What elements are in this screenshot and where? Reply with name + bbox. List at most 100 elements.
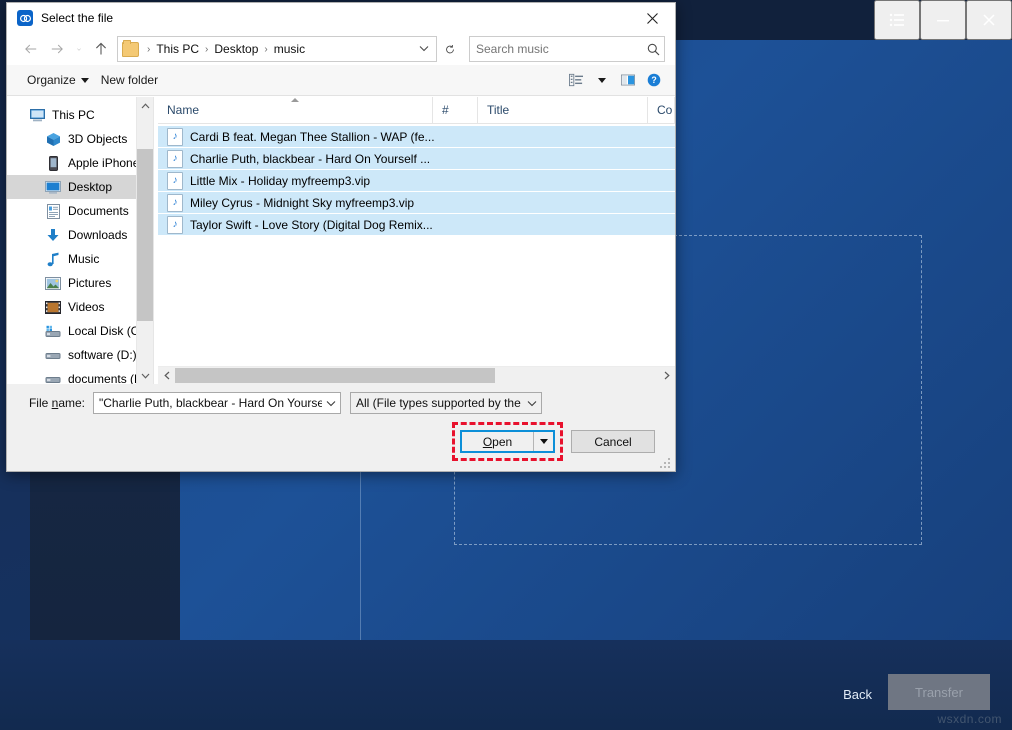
breadcrumb-separator: › [143,44,154,55]
column-header-title[interactable]: Title [478,97,648,123]
minimize-icon[interactable] [920,0,966,40]
file-list-pane: Name # Title Co ♪ Cardi B feat. M [158,97,675,384]
sidebar-item-3d-objects[interactable]: 3D Objects [7,127,153,151]
column-label: Name [167,103,199,117]
filename-input[interactable]: "Charlie Puth, blackbear - Hard On Yours… [93,392,341,414]
table-row[interactable]: ♪ Miley Cyrus - Midnight Sky myfreemp3.v… [158,191,675,213]
sidebar-item-documents-e[interactable]: documents (E:) [7,367,153,384]
chevron-down-icon[interactable] [322,400,340,407]
column-header-contributing[interactable]: Co [648,97,675,123]
scrollbar-thumb[interactable] [137,149,153,321]
view-caret-icon[interactable] [589,69,615,91]
table-row[interactable]: ♪ Charlie Puth, blackbear - Hard On Your… [158,147,675,169]
chevron-up-icon[interactable] [137,97,153,114]
open-label-accel: O [483,435,492,449]
navigation-pane-scrollbar[interactable] [136,97,153,384]
chevron-right-icon[interactable] [658,367,675,384]
sidebar-item-label: Downloads [68,228,127,242]
view-list-icon[interactable] [563,69,589,91]
resize-grip-icon[interactable] [660,456,672,468]
sidebar-item-desktop[interactable]: Desktop [7,175,153,199]
list-icon[interactable] [874,0,920,40]
filetype-value: All (File types supported by the [356,396,523,410]
music-icon [45,251,61,267]
transfer-button[interactable]: Transfer [888,674,990,710]
navigation-pane: This PC 3D Objects [7,97,153,384]
drive-icon [45,371,61,384]
table-row[interactable]: ♪ Little Mix - Holiday myfreemp3.vip [158,169,675,191]
close-icon[interactable] [966,0,1012,40]
chevron-left-icon[interactable] [158,367,175,384]
new-folder-button[interactable]: New folder [95,70,164,90]
audio-file-icon: ♪ [167,216,183,234]
filename-row: File name: "Charlie Puth, blackbear - Ha… [17,392,665,414]
new-folder-label: New folder [101,73,158,87]
sidebar-item-videos[interactable]: Videos [7,295,153,319]
table-row[interactable]: ♪ Cardi B feat. Megan Thee Stallion - WA… [158,126,675,147]
up-arrow-icon[interactable] [89,37,113,61]
help-icon[interactable]: ? [641,69,667,91]
column-label: Title [487,103,509,117]
sidebar-item-downloads[interactable]: Downloads [7,223,153,247]
organize-button[interactable]: Organize [21,70,95,90]
scrollbar-thumb[interactable] [175,368,495,383]
file-list-rows: ♪ Cardi B feat. Megan Thee Stallion - WA… [158,124,675,366]
sidebar-item-label: Pictures [68,276,111,290]
sidebar-item-software-d[interactable]: software (D:) [7,343,153,367]
file-list-horizontal-scrollbar[interactable] [158,366,675,384]
local-disk-icon [45,323,61,339]
content-divider [360,452,361,640]
column-header-name[interactable]: Name [158,97,433,123]
filename-label: File name: [17,396,85,410]
breadcrumb-item-music[interactable]: music [272,42,307,56]
back-arrow-icon[interactable] [19,37,43,61]
scrollbar-track[interactable] [175,367,658,384]
chevron-down-icon[interactable] [523,400,541,407]
3d-objects-icon [45,131,61,147]
table-row[interactable]: ♪ Taylor Swift - Love Story (Digital Dog… [158,213,675,235]
audio-file-icon: ♪ [167,128,183,146]
column-label: # [442,103,449,117]
navigation-list: This PC 3D Objects [7,97,153,384]
breadcrumb-item-desktop[interactable]: Desktop [212,42,260,56]
open-dropdown-button[interactable] [533,432,553,451]
audio-file-icon: ♪ [167,194,183,212]
dialog-close-icon[interactable] [630,3,675,33]
dialog-toolbar: Organize New folder [7,65,675,96]
breadcrumb-separator: › [201,44,212,55]
folder-icon [122,42,139,57]
search-box[interactable] [469,36,665,62]
file-name: Miley Cyrus - Midnight Sky myfreemp3.vip [190,196,414,210]
open-button[interactable]: Open [460,430,555,453]
sidebar-item-documents[interactable]: Documents [7,199,153,223]
sidebar-item-this-pc[interactable]: This PC [7,103,153,127]
select-file-dialog: Select the file [6,2,676,472]
filename-label-pre: File [29,396,52,410]
breadcrumb[interactable]: › This PC › Desktop › music [117,36,437,62]
filename-value: "Charlie Puth, blackbear - Hard On Yours… [99,396,322,410]
breadcrumb-item-this-pc[interactable]: This PC [154,42,201,56]
sidebar-item-label: This PC [52,108,95,122]
sidebar-item-pictures[interactable]: Pictures [7,271,153,295]
preview-pane-icon[interactable] [615,69,641,91]
sidebar-item-local-disk-c[interactable]: Local Disk (C:) [7,319,153,343]
search-input[interactable] [470,41,642,57]
back-button[interactable]: Back [837,683,878,706]
column-header-number[interactable]: # [433,97,478,123]
sidebar-item-label: software (D:) [68,348,137,362]
chevron-down-icon [540,439,548,444]
sidebar-item-label: Local Disk (C:) [68,324,147,338]
cancel-button[interactable]: Cancel [571,430,655,453]
forward-arrow-icon[interactable] [45,37,69,61]
screen: Transfer files from computer to iPhone C… [0,0,1012,730]
dialog-footer: File name: "Charlie Puth, blackbear - Ha… [7,384,675,471]
recent-chevron-icon[interactable] [71,37,87,61]
chevron-down-icon[interactable] [414,44,434,55]
filetype-select[interactable]: All (File types supported by the [350,392,542,414]
sidebar-item-music[interactable]: Music [7,247,153,271]
sidebar-item-label: Apple iPhone [68,156,139,170]
chevron-down-icon[interactable] [137,367,153,384]
refresh-icon[interactable] [439,38,461,60]
sidebar-item-apple-iphone[interactable]: Apple iPhone [7,151,153,175]
dialog-navbar: › This PC › Desktop › music [7,33,675,65]
